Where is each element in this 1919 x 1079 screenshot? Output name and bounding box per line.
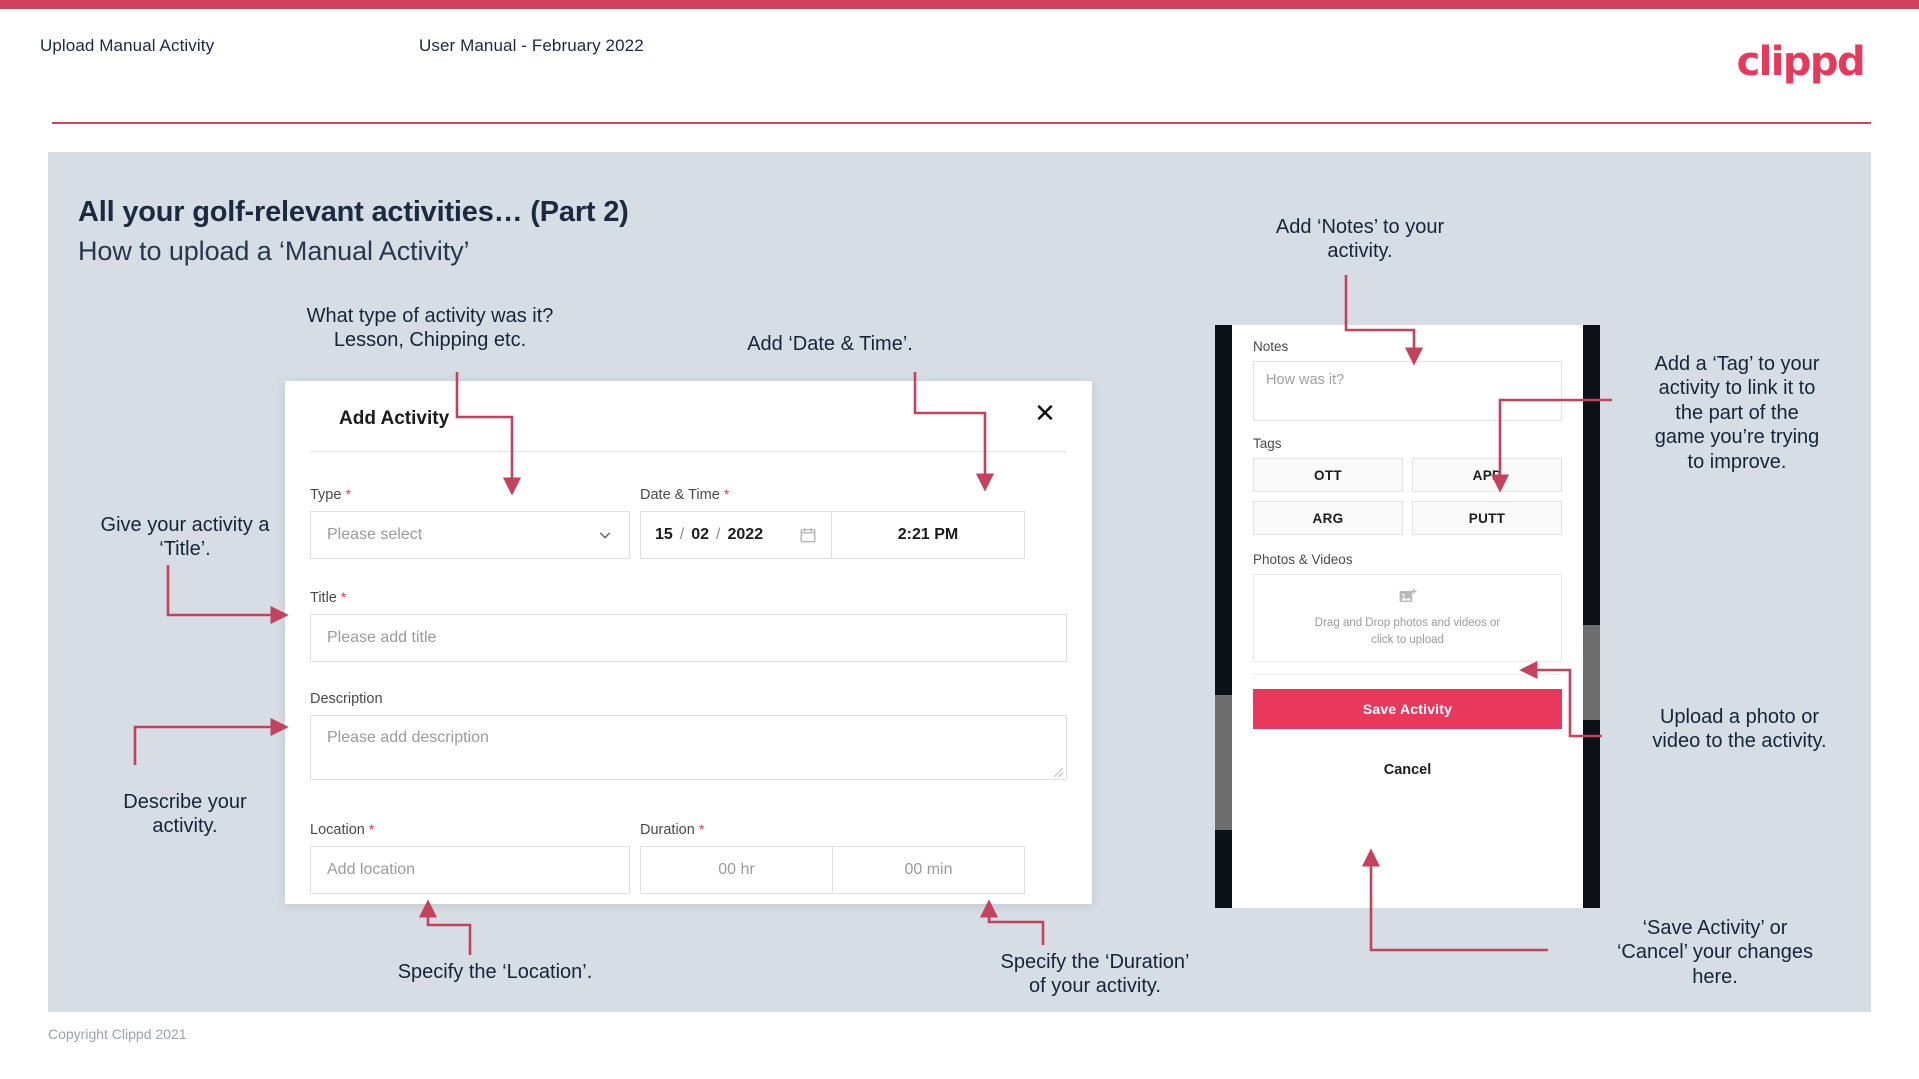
date-sep-2: /	[716, 526, 721, 543]
media-label: Photos & Videos	[1253, 552, 1353, 567]
field-description: Description Please add description	[310, 691, 1067, 780]
date-year: 2022	[727, 526, 764, 543]
media-line-1: Drag and Drop photos and videos or	[1314, 617, 1501, 630]
annotation-save: ‘Save Activity’ or ‘Cancel’ your changes h…	[1616, 917, 1814, 988]
field-datetime: Date & Time * 15 / 02 / 2022 2:21 PM	[640, 486, 1025, 559]
notes-textarea[interactable]: How was it?	[1253, 361, 1562, 421]
top-accent-bar	[0, 0, 1919, 9]
notes-label: Notes	[1253, 339, 1289, 354]
date-day: 15	[655, 526, 673, 543]
tags-label: Tags	[1253, 436, 1282, 451]
add-image-icon	[1399, 588, 1417, 603]
annotation-tags: Add a ‘Tag’ to your activity to link it t…	[1654, 353, 1820, 473]
description-placeholder: Please add description	[327, 729, 489, 746]
time-input[interactable]: 2:21 PM	[831, 512, 1024, 558]
annotation-title: Give your activity a ‘Title’.	[100, 514, 270, 561]
date-month: 02	[691, 526, 710, 543]
page-subtitle: How to upload a ‘Manual Activity’	[78, 236, 470, 266]
tag-app[interactable]: APP	[1412, 458, 1562, 492]
field-duration: Duration * 00 hr 00 min	[640, 821, 1025, 894]
tag-arg[interactable]: ARG	[1253, 501, 1403, 535]
annotation-location: Specify the ‘Location’.	[397, 961, 593, 983]
title-input[interactable]: Please add title	[310, 614, 1067, 662]
phone-divider	[1253, 674, 1562, 675]
header-center-title: User Manual - February 2022	[419, 36, 644, 55]
close-icon[interactable]: ✕	[1030, 399, 1060, 429]
clippd-logo: clippd	[1736, 39, 1866, 85]
phone-frame-right	[1583, 325, 1600, 908]
field-type-label: Type *	[310, 486, 351, 503]
duration-minutes-input[interactable]: 00 min	[832, 847, 1024, 893]
field-location-label: Location *	[310, 821, 375, 838]
media-line-2: click to upload	[1371, 634, 1444, 646]
location-input[interactable]: Add location	[310, 846, 630, 894]
field-title-label: Title *	[310, 589, 347, 606]
cancel-button[interactable]: Cancel	[1253, 762, 1562, 778]
duration-hours-input[interactable]: 00 hr	[641, 847, 832, 893]
dialog-divider	[310, 451, 1067, 452]
field-type: Type * Please select	[310, 486, 630, 559]
field-title: Title * Please add title	[310, 589, 1067, 662]
annotation-datetime: Add ‘Date & Time’.	[747, 333, 913, 355]
tags-grid: OTT APP ARG PUTT	[1253, 458, 1562, 535]
type-select[interactable]: Please select	[310, 511, 630, 559]
date-input[interactable]: 15 / 02 / 2022	[641, 512, 831, 558]
annotation-media: Upload a photo or video to the activity.	[1652, 706, 1827, 753]
phone-frame-left	[1215, 325, 1232, 908]
media-dropzone[interactable]: Drag and Drop photos and videos or click…	[1253, 574, 1562, 662]
date-sep-1: /	[679, 526, 685, 543]
dialog-title: Add Activity	[339, 408, 450, 429]
header-left-title: Upload Manual Activity	[40, 36, 215, 55]
annotation-duration: Specify the ‘Duration’ of your activity.	[1000, 951, 1190, 998]
phone-mockup: Notes How was it? Tags OTT APP ARG PUTT …	[1215, 325, 1600, 908]
field-location: Location * Add location	[310, 821, 630, 894]
page-title: All your golf-relevant activities… (Part…	[78, 196, 629, 228]
annotation-description: Describe your activity.	[123, 791, 247, 838]
annotation-type: What type of activity was it? Lesson, Chi…	[306, 305, 554, 352]
annotation-notes: Add ‘Notes’ to your activity.	[1275, 216, 1445, 263]
chevron-down-icon	[599, 532, 611, 539]
tag-ott[interactable]: OTT	[1253, 458, 1403, 492]
save-activity-button[interactable]: Save Activity	[1253, 689, 1562, 729]
field-duration-label: Duration *	[640, 821, 705, 838]
phone-power-button	[1583, 625, 1600, 720]
description-textarea[interactable]: Please add description	[310, 715, 1067, 780]
tag-putt[interactable]: PUTT	[1412, 501, 1562, 535]
header-divider	[52, 122, 1871, 124]
copyright-text: Copyright Clippd 2021	[48, 1026, 187, 1042]
type-select-placeholder: Please select	[327, 526, 423, 543]
add-activity-dialog: Add Activity ✕ Type * Please select Date…	[285, 381, 1092, 904]
slide-root: Upload Manual Activity User Manual - Feb…	[0, 0, 1919, 1079]
field-description-label: Description	[310, 691, 383, 707]
calendar-icon[interactable]	[799, 526, 817, 544]
phone-volume-button	[1215, 695, 1232, 830]
phone-screen: Notes How was it? Tags OTT APP ARG PUTT …	[1232, 325, 1583, 908]
media-dropzone-text: Drag and Drop photos and videos or click…	[1315, 615, 1500, 648]
field-datetime-label: Date & Time *	[640, 486, 730, 503]
